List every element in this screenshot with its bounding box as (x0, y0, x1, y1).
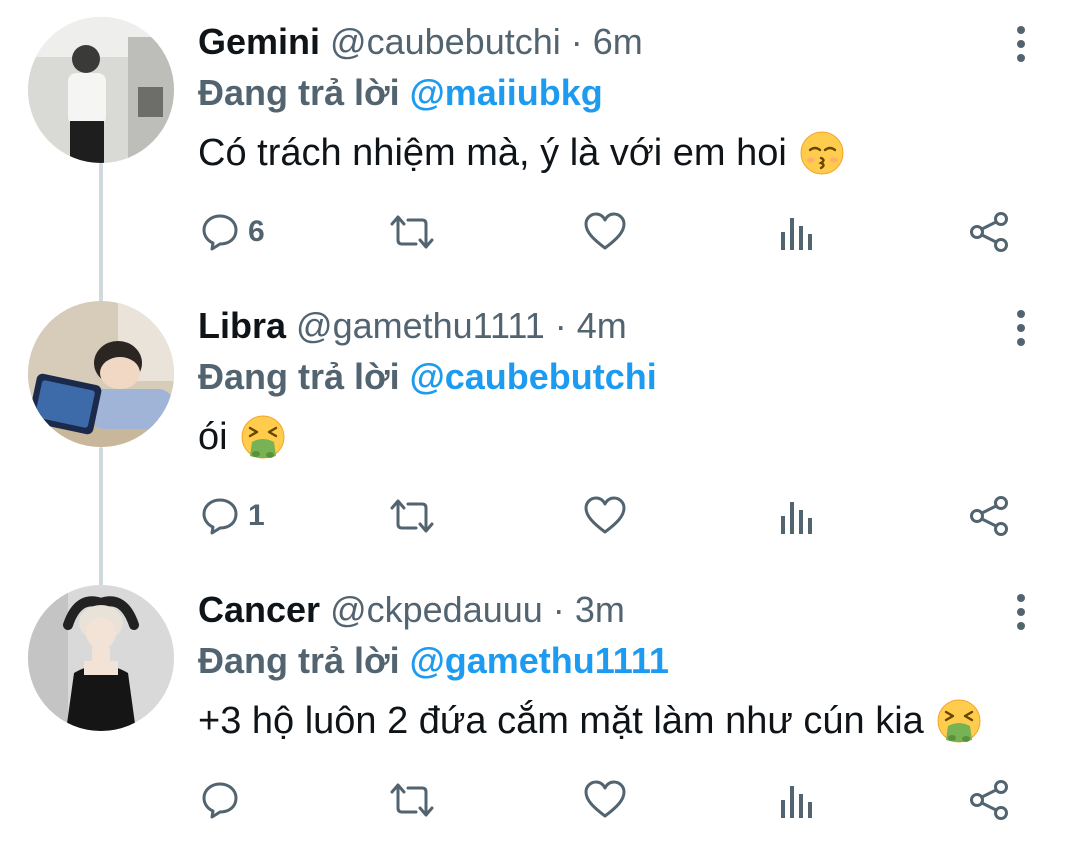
mention-link[interactable]: @gamethu1111 (410, 640, 669, 681)
reply-button[interactable] (200, 775, 248, 825)
more-options-icon[interactable] (1004, 22, 1038, 66)
avatar[interactable] (28, 585, 174, 731)
replying-prefix: Đang trả lời (198, 640, 400, 681)
retweet-icon (388, 496, 436, 536)
retweet-icon (388, 212, 436, 252)
reply-count: 1 (248, 499, 265, 532)
replying-prefix: Đang trả lời (198, 72, 400, 113)
share-button[interactable] (968, 207, 1010, 257)
timestamp[interactable]: 4m (577, 305, 627, 346)
share-button[interactable] (968, 775, 1010, 825)
like-button[interactable] (583, 775, 627, 825)
tweet-text: Có trách nhiệm mà, ý là với em hoi (198, 128, 845, 178)
tweet-text: +3 hộ luôn 2 đứa cắm mặt làm như cún kia (198, 696, 982, 746)
mention-link[interactable]: @caubebutchi (410, 356, 657, 397)
tweet-text-content: ói (198, 416, 228, 458)
tweet-text-content: Có trách nhiệm mà, ý là với em hoi (198, 132, 787, 174)
vomiting-face-emoji (240, 414, 286, 460)
views-icon (779, 212, 815, 252)
retweet-button[interactable] (388, 491, 436, 541)
like-icon (583, 212, 627, 252)
share-icon (968, 779, 1010, 821)
views-icon (779, 496, 815, 536)
tweet[interactable]: Gemini @caubebutchi · 6m Đang trả lời @m… (0, 0, 1079, 284)
replying-to: Đang trả lời @maiiubkg (198, 70, 603, 116)
reply-button[interactable]: 1 (200, 491, 265, 541)
kissing-face-emoji (799, 130, 845, 176)
more-options-icon[interactable] (1004, 590, 1038, 634)
reply-icon (200, 780, 240, 820)
tweet-header: Cancer @ckpedauuu · 3m (198, 588, 625, 632)
mention-link[interactable]: @maiiubkg (410, 72, 603, 113)
tweet[interactable]: Cancer @ckpedauuu · 3m Đang trả lời @gam… (0, 568, 1079, 852)
tweet-actions (0, 775, 1079, 825)
display-name[interactable]: Gemini (198, 21, 320, 62)
username[interactable]: @ckpedauuu (330, 589, 543, 630)
views-button[interactable] (779, 491, 815, 541)
avatar[interactable] (28, 301, 174, 447)
reply-count: 6 (248, 215, 265, 248)
retweet-button[interactable] (388, 207, 436, 257)
vomiting-face-emoji (936, 698, 982, 744)
tweet-text: ói (198, 412, 286, 462)
replying-to: Đang trả lời @caubebutchi (198, 354, 657, 400)
username[interactable]: @gamethu1111 (296, 305, 545, 346)
tweet-text-content: +3 hộ luôn 2 đứa cắm mặt làm như cún kia (198, 700, 924, 742)
views-button[interactable] (779, 207, 815, 257)
tweet-header: Libra @gamethu1111 · 4m (198, 304, 627, 348)
display-name[interactable]: Cancer (198, 589, 320, 630)
views-icon (779, 780, 815, 820)
timestamp[interactable]: 6m (593, 21, 643, 62)
share-button[interactable] (968, 491, 1010, 541)
timestamp[interactable]: 3m (575, 589, 625, 630)
like-button[interactable] (583, 491, 627, 541)
tweet-header: Gemini @caubebutchi · 6m (198, 20, 643, 64)
avatar[interactable] (28, 17, 174, 163)
separator: · (554, 305, 567, 346)
share-icon (968, 495, 1010, 537)
like-icon (583, 496, 627, 536)
more-options-icon[interactable] (1004, 306, 1038, 350)
reply-icon (200, 496, 240, 536)
username[interactable]: @caubebutchi (330, 21, 561, 62)
like-icon (583, 780, 627, 820)
tweet-actions: 6 (0, 207, 1079, 257)
views-button[interactable] (779, 775, 815, 825)
reply-icon (200, 212, 240, 252)
separator: · (552, 589, 565, 630)
share-icon (968, 211, 1010, 253)
retweet-icon (388, 780, 436, 820)
separator: · (570, 21, 583, 62)
reply-button[interactable]: 6 (200, 207, 265, 257)
display-name[interactable]: Libra (198, 305, 286, 346)
replying-to: Đang trả lời @gamethu1111 (198, 638, 669, 684)
tweet-actions: 1 (0, 491, 1079, 541)
tweet[interactable]: Libra @gamethu1111 · 4m Đang trả lời @ca… (0, 284, 1079, 568)
retweet-button[interactable] (388, 775, 436, 825)
replying-prefix: Đang trả lời (198, 356, 400, 397)
like-button[interactable] (583, 207, 627, 257)
